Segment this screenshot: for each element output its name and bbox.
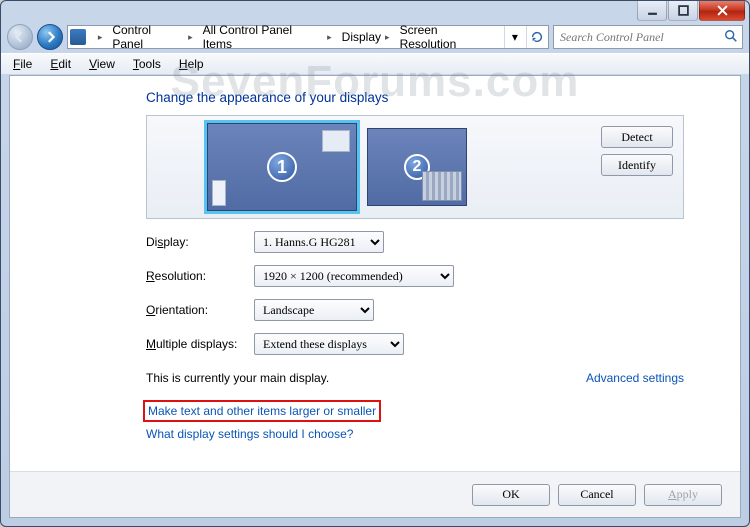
detect-button[interactable]: Detect bbox=[601, 126, 673, 148]
multiple-displays-select[interactable]: Extend these displays bbox=[254, 333, 404, 355]
menu-file[interactable]: File bbox=[5, 55, 40, 73]
cancel-button[interactable]: Cancel bbox=[558, 484, 636, 506]
breadcrumb-item[interactable]: All Control Panel Items▸ bbox=[199, 26, 336, 48]
monitor-2[interactable]: 2 bbox=[367, 128, 467, 206]
display-preview-panel: 1 2 Detect Identify bbox=[146, 115, 684, 219]
menu-bar: File Edit View Tools Help bbox=[1, 53, 749, 75]
search-icon[interactable] bbox=[724, 29, 738, 46]
window-thumbnail-icon bbox=[322, 130, 350, 152]
menu-edit[interactable]: Edit bbox=[42, 55, 79, 73]
search-input[interactable] bbox=[558, 29, 720, 46]
nav-forward-button[interactable] bbox=[37, 24, 63, 50]
refresh-button[interactable] bbox=[526, 26, 546, 48]
minimize-button[interactable] bbox=[637, 1, 667, 21]
menu-help[interactable]: Help bbox=[171, 55, 212, 73]
orientation-select[interactable]: Landscape bbox=[254, 299, 374, 321]
display-select[interactable]: 1. Hanns.G HG281 bbox=[254, 231, 384, 253]
resolution-select[interactable]: 1920 × 1200 (recommended) bbox=[254, 265, 454, 287]
control-panel-icon bbox=[70, 29, 86, 45]
breadcrumb-bar[interactable]: ▸ Control Panel▸ All Control Panel Items… bbox=[67, 25, 549, 49]
sidebar-thumbnail-icon bbox=[212, 180, 226, 206]
breadcrumb-label: Display bbox=[342, 30, 381, 44]
breadcrumb-label: Screen Resolution bbox=[400, 23, 497, 51]
help-link[interactable]: What display settings should I choose? bbox=[146, 427, 353, 441]
orientation-label: Orientation: bbox=[146, 303, 246, 317]
nav-back-button[interactable] bbox=[7, 24, 33, 50]
breadcrumb-item: ▸ bbox=[92, 26, 107, 48]
control-panel-window: ▸ Control Panel▸ All Control Panel Items… bbox=[0, 0, 750, 527]
path-dropdown-button[interactable]: ▾ bbox=[504, 26, 524, 48]
maximize-button[interactable] bbox=[668, 1, 698, 21]
search-box[interactable] bbox=[553, 25, 743, 49]
text-size-link[interactable]: Make text and other items larger or smal… bbox=[148, 404, 376, 418]
breadcrumb-item[interactable]: Screen Resolution bbox=[396, 26, 501, 48]
main-display-note: This is currently your main display. Adv… bbox=[146, 371, 684, 385]
menu-view[interactable]: View bbox=[81, 55, 123, 73]
close-button[interactable] bbox=[699, 1, 745, 21]
page-heading: Change the appearance of your displays bbox=[146, 90, 684, 105]
ok-button[interactable]: OK bbox=[472, 484, 550, 506]
menu-tools[interactable]: Tools bbox=[125, 55, 169, 73]
display-label: Display: bbox=[146, 235, 246, 249]
address-bar: ▸ Control Panel▸ All Control Panel Items… bbox=[1, 21, 749, 53]
dialog-footer: OK Cancel Apply bbox=[10, 471, 740, 517]
highlight-box: Make text and other items larger or smal… bbox=[146, 403, 378, 419]
breadcrumb-label: All Control Panel Items bbox=[203, 23, 324, 51]
breadcrumb-item[interactable]: Display▸ bbox=[338, 26, 394, 48]
monitor-1[interactable]: 1 bbox=[207, 123, 357, 211]
multiple-displays-label: Multiple displays: bbox=[146, 337, 246, 351]
calendar-gadget-icon bbox=[422, 171, 462, 201]
resolution-label: Resolution: bbox=[146, 269, 246, 283]
breadcrumb-label: Control Panel bbox=[112, 23, 184, 51]
apply-button[interactable]: Apply bbox=[644, 484, 722, 506]
breadcrumb-item[interactable]: Control Panel▸ bbox=[108, 26, 196, 48]
advanced-settings-link[interactable]: Advanced settings bbox=[586, 371, 684, 385]
monitor-number: 1 bbox=[267, 152, 297, 182]
titlebar bbox=[1, 1, 749, 21]
client-area: Change the appearance of your displays 1… bbox=[9, 75, 741, 518]
identify-button[interactable]: Identify bbox=[601, 154, 673, 176]
